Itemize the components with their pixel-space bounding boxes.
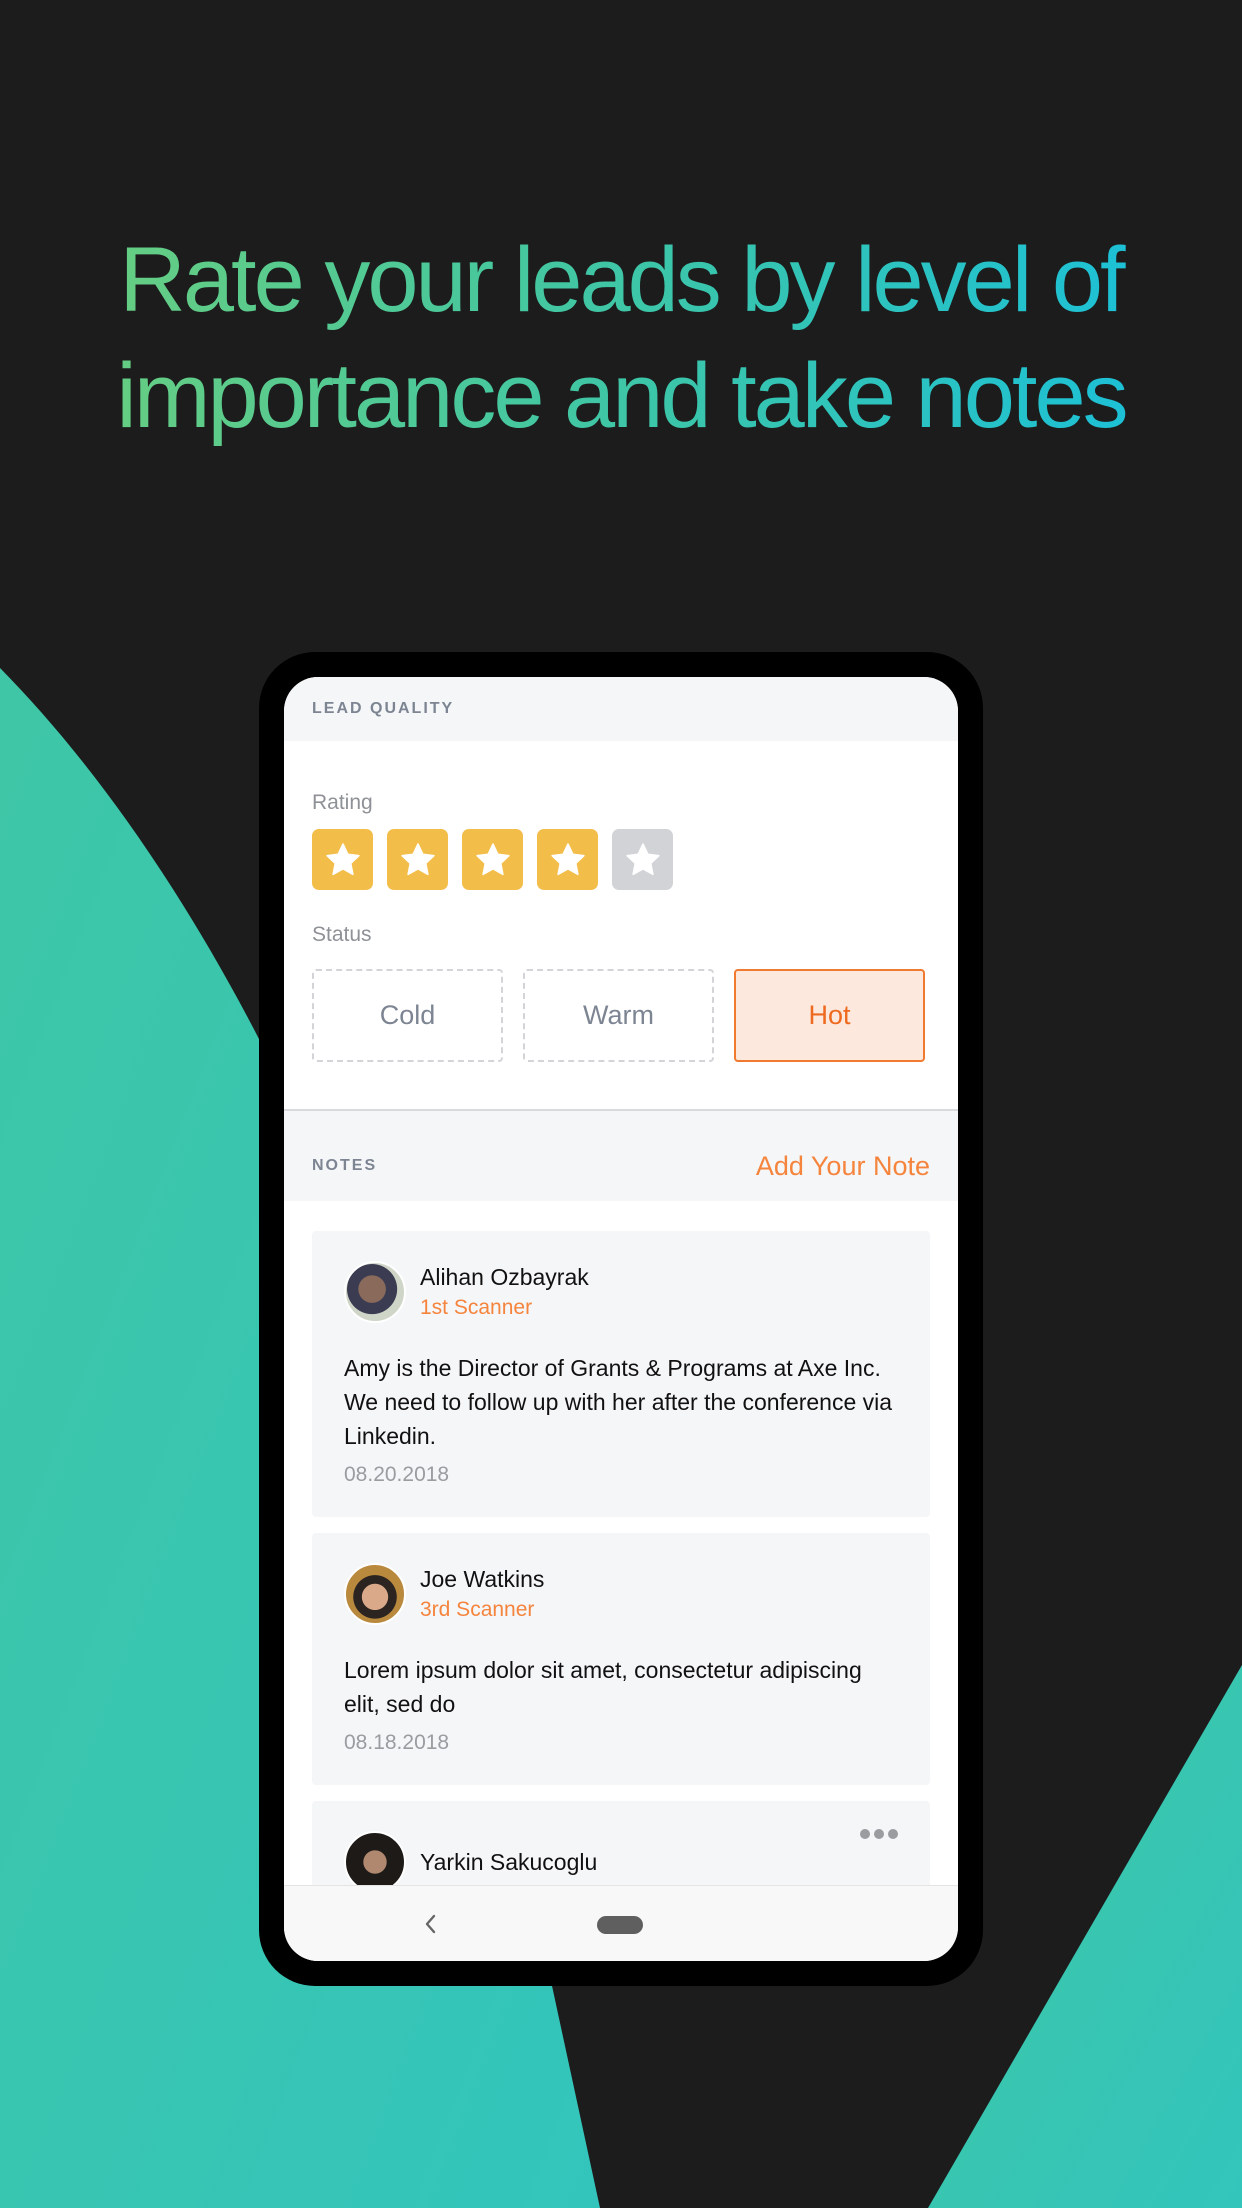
headline: Rate your leads by level of importance a… xyxy=(0,222,1242,454)
phone-frame: LEAD QUALITY Rating Status Cold Warm Hot… xyxy=(259,652,983,1986)
note-author: Joe Watkins xyxy=(420,1566,545,1592)
note-date: 08.18.2018 xyxy=(344,1731,450,1754)
headline-line-2: importance and take notes xyxy=(116,345,1126,447)
system-nav-bar xyxy=(284,1885,958,1961)
notes-list: Alihan Ozbayrak 1st Scanner Amy is the D… xyxy=(284,1201,958,1941)
status-label: Status xyxy=(312,923,372,946)
star-1[interactable] xyxy=(312,829,373,890)
star-2[interactable] xyxy=(387,829,448,890)
star-4[interactable] xyxy=(537,829,598,890)
note-date: 08.20.2018 xyxy=(344,1463,450,1486)
star-icon xyxy=(325,842,360,875)
note-role: 1st Scanner xyxy=(420,1296,533,1319)
add-note-button[interactable]: Add Your Note xyxy=(756,1151,930,1182)
note-card[interactable]: Joe Watkins 3rd Scanner Lorem ipsum dolo… xyxy=(312,1533,930,1785)
avatar xyxy=(344,1563,406,1625)
home-pill-icon[interactable] xyxy=(597,1916,643,1934)
notes-title: NOTES xyxy=(312,1157,378,1174)
note-header: Yarkin Sakucoglu xyxy=(344,1831,898,1893)
note-header: Joe Watkins 3rd Scanner xyxy=(344,1563,898,1625)
note-text: Amy is the Director of Grants & Programs… xyxy=(344,1355,893,1449)
note-header: Alihan Ozbayrak 1st Scanner xyxy=(344,1261,898,1323)
headline-line-1: Rate your leads by level of xyxy=(119,229,1123,331)
star-icon xyxy=(400,842,435,875)
note-text: Lorem ipsum dolor sit amet, consectetur … xyxy=(344,1657,862,1717)
lead-quality-body: Rating Status Cold Warm Hot xyxy=(284,741,958,1109)
more-horizontal-icon[interactable] xyxy=(860,1829,898,1839)
star-icon xyxy=(475,842,510,875)
star-icon xyxy=(625,842,660,875)
star-5[interactable] xyxy=(612,829,673,890)
star-3[interactable] xyxy=(462,829,523,890)
note-role: 3rd Scanner xyxy=(420,1598,535,1621)
star-icon xyxy=(550,842,585,875)
lead-quality-title: LEAD QUALITY xyxy=(312,700,455,717)
rating-label: Rating xyxy=(312,791,373,814)
notes-header: NOTES Add Your Note xyxy=(284,1111,958,1201)
phone-screen: LEAD QUALITY Rating Status Cold Warm Hot… xyxy=(284,677,958,1961)
status-hot-button[interactable]: Hot xyxy=(734,969,925,1062)
avatar xyxy=(344,1261,406,1323)
note-author: Yarkin Sakucoglu xyxy=(420,1849,598,1875)
chevron-left-icon[interactable] xyxy=(422,1912,438,1936)
lead-quality-header: LEAD QUALITY xyxy=(284,677,958,741)
star-rating[interactable] xyxy=(312,829,673,890)
status-warm-button[interactable]: Warm xyxy=(523,969,714,1062)
note-card[interactable]: Alihan Ozbayrak 1st Scanner Amy is the D… xyxy=(312,1231,930,1517)
note-author: Alihan Ozbayrak xyxy=(420,1264,589,1290)
avatar xyxy=(344,1831,406,1893)
status-selector: Cold Warm Hot xyxy=(312,969,925,1062)
status-cold-button[interactable]: Cold xyxy=(312,969,503,1062)
